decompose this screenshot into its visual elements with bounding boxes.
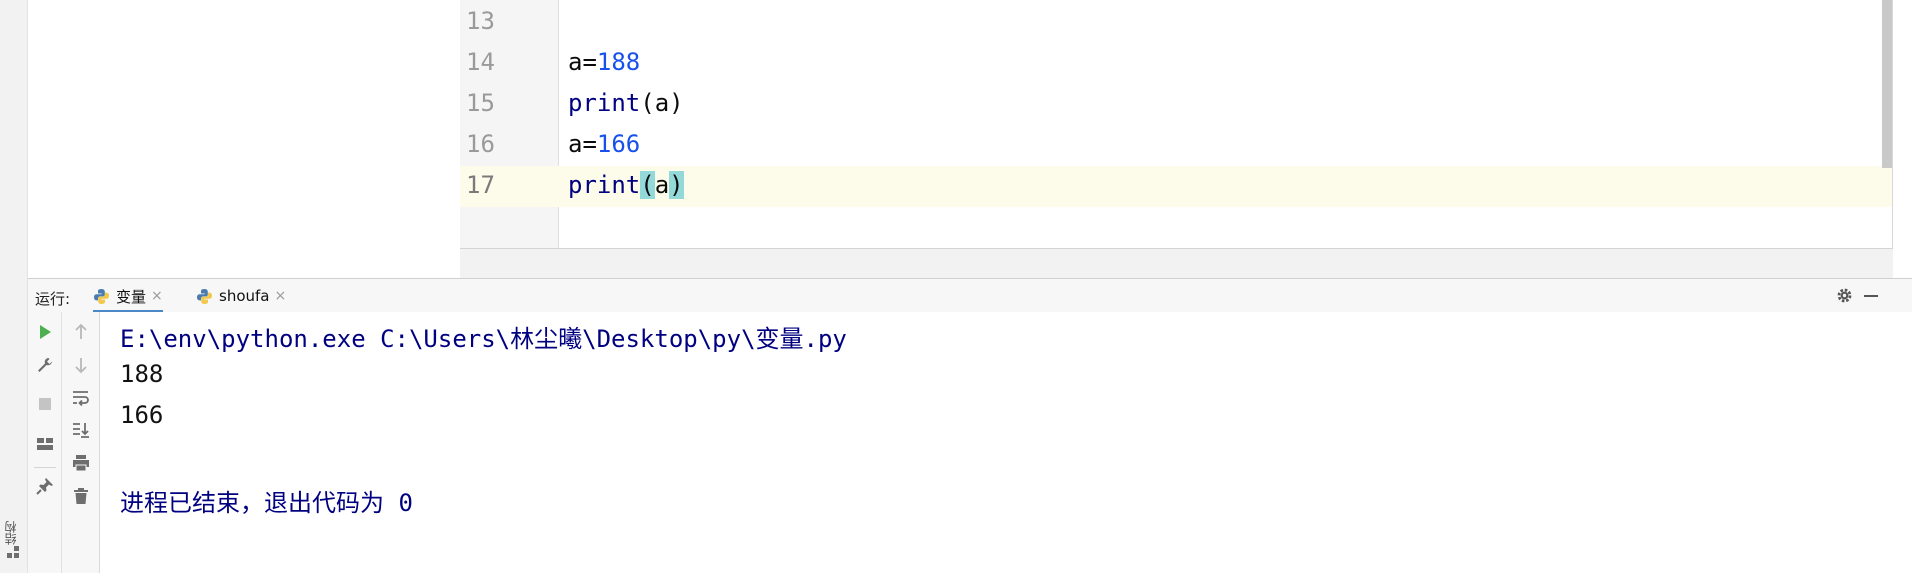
python-icon [94, 288, 109, 304]
gear-icon[interactable] [1836, 287, 1853, 304]
run-toolbar-secondary [62, 312, 100, 573]
editor-scrollbar[interactable] [1882, 0, 1892, 168]
run-tool-header: 运行: 变量 × shoufa × [28, 278, 1912, 314]
editor-horizontal-scroll-area [460, 248, 1893, 278]
line-number: 16 [466, 130, 495, 158]
run-toolbar-primary [28, 312, 62, 573]
toolbar-divider [34, 467, 56, 468]
close-icon[interactable]: × [274, 288, 286, 304]
code-text: print(a) [568, 89, 684, 117]
code-assign: a= [568, 48, 597, 76]
code-builtin-print: print [568, 89, 641, 117]
code-text: a=166 [568, 130, 640, 158]
run-console-output[interactable]: E:\env\python.exe C:\Users\林尘曦\Desktop\p… [100, 312, 1912, 573]
pin-icon[interactable] [36, 477, 54, 495]
run-icon[interactable] [36, 323, 54, 341]
run-tab-shoufa[interactable]: shoufa × [196, 279, 286, 313]
stop-icon[interactable] [36, 395, 54, 413]
code-line-14[interactable]: 14 a=188 [460, 43, 1892, 84]
editor-border [1892, 0, 1893, 248]
code-builtin-print: print [568, 171, 641, 199]
minimize-icon[interactable] [1864, 295, 1878, 297]
code-line-17-current[interactable]: 17 print(a) [460, 166, 1892, 207]
trash-icon[interactable] [72, 487, 90, 505]
console-exit-message: 进程已结束，退出代码为 0 [120, 489, 413, 517]
code-line-15[interactable]: 15 print(a) [460, 84, 1892, 125]
code-text: print(a) [568, 171, 684, 199]
line-number: 15 [466, 89, 495, 117]
project-panel [28, 0, 459, 277]
code-arg: a [654, 171, 670, 199]
structure-icon[interactable] [6, 545, 20, 559]
code-line-13[interactable]: 13 [460, 2, 1892, 43]
arrow-up-icon[interactable] [72, 323, 90, 341]
code-number-literal: 188 [596, 48, 641, 76]
code-text: a=188 [568, 48, 640, 76]
line-number: 14 [466, 48, 495, 76]
print-icon[interactable] [72, 454, 90, 472]
left-tool-strip: 结构 [0, 0, 28, 573]
run-panel-title: 运行: [35, 290, 71, 308]
close-icon[interactable]: × [151, 288, 163, 304]
wrench-icon[interactable] [36, 356, 54, 374]
console-command-line: E:\env\python.exe C:\Users\林尘曦\Desktop\p… [120, 325, 847, 353]
matched-open-paren: ( [640, 171, 655, 199]
tab-label: 变量 [116, 287, 147, 306]
line-number: 13 [466, 7, 495, 35]
scroll-to-end-icon[interactable] [72, 421, 90, 439]
run-tab-bianliang[interactable]: 变量 × [93, 279, 163, 313]
code-number-literal: 166 [596, 130, 641, 158]
code-args: (a) [640, 89, 684, 117]
python-icon [197, 288, 212, 304]
soft-wrap-icon[interactable] [72, 389, 90, 407]
console-output-line: 188 [120, 360, 164, 388]
matched-close-paren: ) [669, 171, 684, 199]
layout-icon[interactable] [36, 435, 54, 453]
arrow-down-icon[interactable] [72, 356, 90, 374]
console-output-line: 166 [120, 401, 164, 429]
line-number: 17 [466, 171, 495, 199]
code-line-16[interactable]: 16 a=166 [460, 125, 1892, 166]
tab-label: shoufa [219, 287, 270, 305]
code-assign: a= [568, 130, 597, 158]
